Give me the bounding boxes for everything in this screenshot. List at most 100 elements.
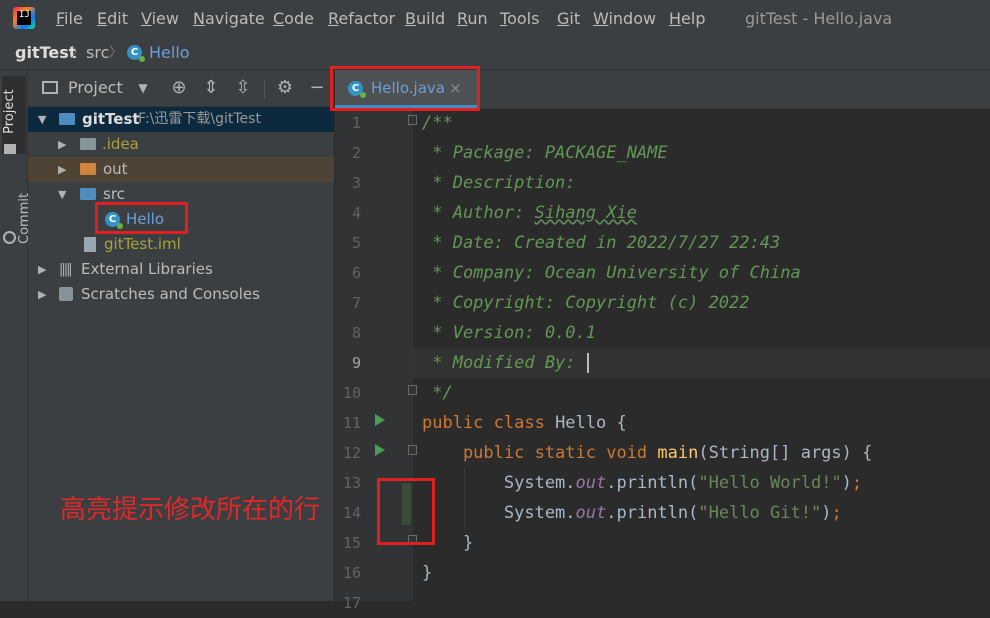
tree-item-label: .idea xyxy=(102,135,139,153)
hide-icon[interactable]: − xyxy=(307,78,327,98)
tree-item-path: F:\迅雷下载\gitTest xyxy=(138,111,261,127)
chevron-down-icon[interactable]: ▼ xyxy=(58,182,68,207)
menu-tools[interactable]: Tools xyxy=(500,0,539,37)
code-text: (String[] args) { xyxy=(698,443,873,463)
source-folder-icon xyxy=(80,188,96,200)
gear-icon[interactable]: ⚙ xyxy=(275,78,295,98)
line-number: 5 xyxy=(351,234,361,252)
collapse-all-icon[interactable]: ⇳ xyxy=(233,78,253,98)
semicolon: ; xyxy=(831,503,842,523)
chevron-right-icon[interactable]: ▶ xyxy=(58,157,68,182)
code-line-12: public static void main(String[] args) { xyxy=(422,438,872,468)
code-text: .println( xyxy=(606,503,699,523)
code-line-13: System.out.println("Hello World!"); xyxy=(422,468,862,498)
run-class-icon[interactable] xyxy=(375,414,385,426)
code-line-2: * Package: PACKAGE_NAME xyxy=(422,143,668,163)
code-line-9: * Modified By: xyxy=(422,353,576,373)
code-line-11: public class Hello { xyxy=(422,408,627,438)
module-folder-icon xyxy=(59,113,75,125)
code-line-14: System.out.println("Hello Git!"); xyxy=(422,498,842,528)
chevron-down-icon[interactable]: ▼ xyxy=(38,107,48,132)
line-number: 7 xyxy=(351,294,361,312)
code-text: System. xyxy=(422,473,576,493)
folder-icon xyxy=(4,144,16,154)
line-number-current: 9 xyxy=(351,354,361,372)
annotation-box-change xyxy=(377,478,435,545)
menu-run[interactable]: Run xyxy=(457,0,488,37)
line-number: 16 xyxy=(342,564,361,582)
code-line-8: * Version: 0.0.1 xyxy=(422,323,596,343)
line-number: 11 xyxy=(342,414,361,432)
breadcrumb-file[interactable]: Hello xyxy=(149,37,190,69)
annotation-text: 高亮提示修改所在的行 xyxy=(60,495,321,525)
line-number: 14 xyxy=(342,504,361,522)
breadcrumb: gitTest 〉 src 〉 C Hello xyxy=(0,37,990,70)
string-literal: "Hello World!" xyxy=(698,473,842,493)
tree-item-out[interactable]: ▶ out xyxy=(28,157,334,182)
tree-item-label: Scratches and Consoles xyxy=(81,285,260,303)
menu-help[interactable]: Help xyxy=(669,0,705,37)
code-text: System. xyxy=(422,503,576,523)
module-file-icon xyxy=(84,237,96,252)
folder-icon xyxy=(80,138,96,150)
line-number: 1 xyxy=(351,114,361,132)
chevron-right-icon[interactable]: ▶ xyxy=(38,257,48,282)
text-caret xyxy=(587,353,589,373)
breadcrumb-folder[interactable]: src xyxy=(86,37,109,69)
project-view-icon xyxy=(42,81,58,94)
code-text: ) xyxy=(841,473,852,493)
code-area[interactable]: /** * Package: PACKAGE_NAME * Descriptio… xyxy=(413,108,990,601)
keyword: public class xyxy=(422,413,556,433)
semicolon: ; xyxy=(851,473,863,493)
menu-git[interactable]: Git xyxy=(557,0,580,37)
code-text: .println( xyxy=(606,473,699,493)
project-toolbar: Project ▼ ⊕ ⇕ ⇳ ⚙ − xyxy=(28,70,334,107)
menu-code[interactable]: Code xyxy=(273,0,314,37)
code-text: ) xyxy=(821,503,832,523)
doc-text: * Author: xyxy=(422,203,535,223)
menu-window[interactable]: Window xyxy=(593,0,656,37)
code-line-3: * Description: xyxy=(422,173,576,193)
project-tool-tab[interactable]: Project xyxy=(2,76,26,154)
chevron-right-icon[interactable]: ▶ xyxy=(38,282,48,307)
method-name: main xyxy=(657,443,699,463)
line-number: 8 xyxy=(351,324,361,342)
toolbar-divider xyxy=(264,80,265,98)
line-number: 4 xyxy=(351,204,361,222)
line-number: 10 xyxy=(342,384,361,402)
line-number: 17 xyxy=(342,594,361,612)
menu-view[interactable]: View xyxy=(141,0,179,37)
java-class-icon: C xyxy=(127,45,145,62)
line-number: 13 xyxy=(342,474,361,492)
keyword: public static void xyxy=(422,443,658,463)
menu-navigate[interactable]: Navigate xyxy=(193,0,265,37)
title-bar: IJ File Edit View Navigate Code Refactor… xyxy=(0,0,990,37)
line-number: 2 xyxy=(351,144,361,162)
menu-edit[interactable]: Edit xyxy=(97,0,128,37)
tree-item-gittest[interactable]: ▼ gitTest F:\迅雷下载\gitTest xyxy=(28,107,334,132)
menu-build[interactable]: Build xyxy=(405,0,445,37)
chevron-right-icon: 〉 xyxy=(109,45,123,61)
commit-tool-tab[interactable]: Commit xyxy=(2,170,32,244)
annotation-box-tab xyxy=(330,66,480,111)
breadcrumb-project[interactable]: gitTest xyxy=(15,37,76,69)
tree-item-idea[interactable]: ▶ .idea xyxy=(28,132,334,157)
intellij-logo-icon: IJ xyxy=(13,7,35,29)
locate-icon[interactable]: ⊕ xyxy=(169,78,189,98)
run-main-icon[interactable] xyxy=(375,444,385,456)
tree-item-scratches[interactable]: ▶ Scratches and Consoles xyxy=(28,282,334,307)
tree-item-label: gitTest xyxy=(82,110,140,128)
tree-item-gittest-iml[interactable]: gitTest.iml xyxy=(28,232,334,257)
chevron-right-icon[interactable]: ▶ xyxy=(58,132,68,157)
expand-all-icon[interactable]: ⇕ xyxy=(201,78,221,98)
code-line-7: * Copyright: Copyright (c) 2022 xyxy=(422,293,750,313)
menu-refactor[interactable]: Refactor xyxy=(328,0,395,37)
code-line-1: /** xyxy=(422,113,453,133)
chevron-down-icon[interactable]: ▼ xyxy=(133,78,153,98)
tree-item-label: External Libraries xyxy=(81,260,213,278)
menu-file[interactable]: File xyxy=(56,0,83,37)
string-literal: "Hello Git!" xyxy=(698,503,822,523)
project-title[interactable]: Project xyxy=(68,70,123,106)
code-line-10: */ xyxy=(422,383,453,403)
tree-item-external-libraries[interactable]: ▶ |||‖ External Libraries xyxy=(28,257,334,282)
